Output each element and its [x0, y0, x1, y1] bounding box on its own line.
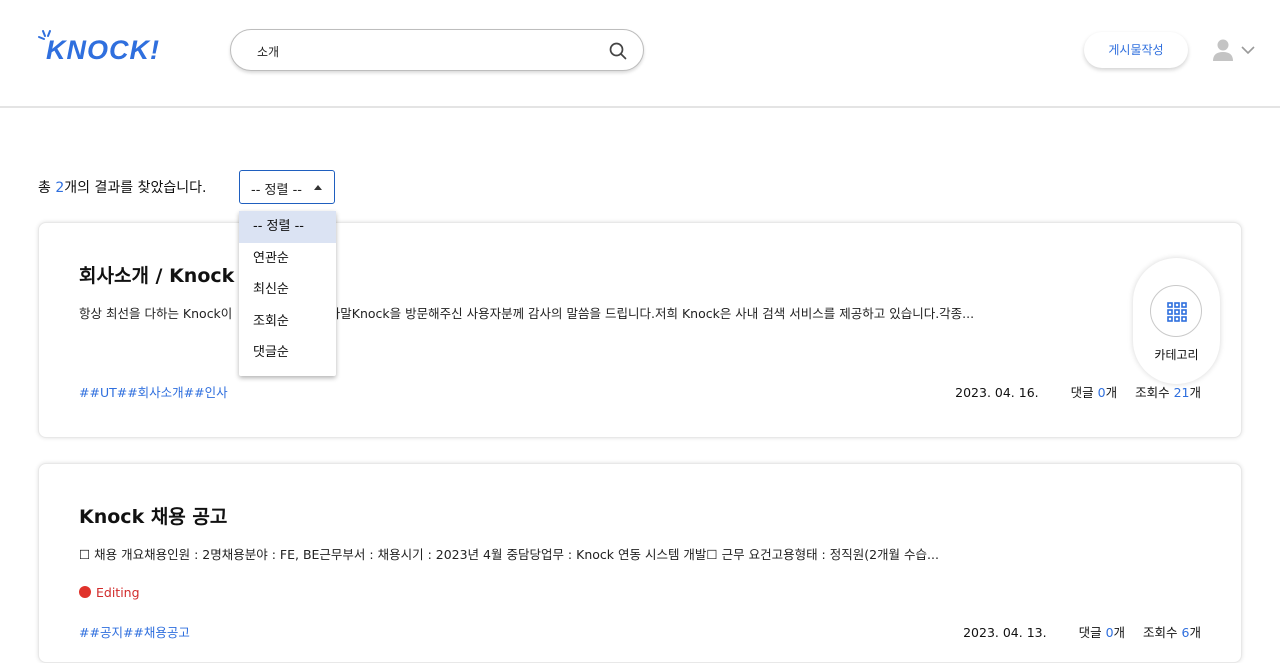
category-button[interactable]: 카테고리	[1133, 258, 1220, 384]
result-summary: 총 2개의 결과를 찾았습니다.	[38, 177, 206, 197]
search-icon[interactable]	[609, 42, 627, 60]
comments-label: 댓글	[1070, 385, 1094, 400]
sort-select[interactable]: -- 정렬 --	[239, 170, 335, 204]
knock-logo[interactable]: KNOCK!	[36, 30, 166, 70]
result-prefix: 총	[38, 180, 56, 196]
post-meta: 2023. 04. 13. 댓글 0개 조회수 6개	[963, 622, 1201, 641]
search-input[interactable]	[255, 40, 599, 62]
comments-unit: 개	[1113, 625, 1126, 640]
sort-option[interactable]: 조회순	[239, 306, 336, 338]
user-avatar-icon	[1213, 39, 1255, 61]
comments-count: 0	[1105, 625, 1114, 640]
status-dot-icon	[79, 586, 91, 598]
comments-count: 0	[1097, 385, 1106, 400]
post-excerpt: ☐ 채용 개요채용인원 : 2명채용분야 : FE, BE근무부서 : 채용시기…	[79, 547, 939, 562]
post-title[interactable]: 회사소개 / Knock	[79, 261, 234, 288]
comments-label: 댓글	[1078, 625, 1102, 640]
result-suffix: 개의 결과를 찾았습니다.	[64, 180, 207, 196]
category-label: 카테고리	[1154, 348, 1199, 362]
logo-text: KNOCK!	[46, 35, 160, 65]
sort-option[interactable]: -- 정렬 --	[239, 211, 336, 243]
views-unit: 개	[1189, 625, 1201, 640]
sort-option[interactable]: 댓글순	[239, 337, 336, 369]
status-badge: Editing	[79, 585, 140, 600]
post-excerpt-start: 항상 최선을 다하는 Knock이	[79, 306, 233, 321]
grid-icon	[1167, 302, 1187, 322]
views-unit: 개	[1189, 385, 1201, 400]
post-card[interactable]: 회사소개 / Knock 항상 최선을 다하는 Knock이 .직원 인사말Kno…	[38, 222, 1242, 438]
search-box	[230, 29, 644, 71]
views-label: 조회수	[1135, 385, 1170, 400]
sort-selected-value: -- 정렬 --	[251, 183, 302, 198]
result-count: 2	[55, 180, 65, 196]
post-tags[interactable]: ##UT##회사소개##인사	[79, 382, 228, 401]
top-header: KNOCK! 게시물작성	[0, 0, 1280, 108]
chevron-down-icon	[1241, 46, 1255, 55]
comments-unit: 개	[1105, 385, 1118, 400]
post-title[interactable]: Knock 채용 공고	[79, 502, 227, 529]
sort-option[interactable]: 연관순	[239, 243, 336, 275]
category-icon-circle	[1150, 285, 1202, 337]
post-date: 2023. 04. 13.	[963, 625, 1047, 640]
post-card[interactable]: Knock 채용 공고 ☐ 채용 개요채용인원 : 2명채용분야 : FE, B…	[38, 463, 1242, 663]
sort-dropdown: -- 정렬 -- 연관순 최신순 조회순 댓글순	[239, 211, 336, 376]
post-tags[interactable]: ##공지##채용공고	[79, 622, 190, 641]
user-menu[interactable]	[1212, 39, 1260, 63]
write-post-button[interactable]: 게시물작성	[1084, 32, 1188, 68]
sort-option[interactable]: 최신순	[239, 274, 336, 306]
post-excerpt: 항상 최선을 다하는 Knock이 .직원 인사말Knock을 방문해주신 사용자…	[79, 303, 974, 322]
post-meta: 2023. 04. 16. 댓글 0개 조회수 21개	[955, 382, 1201, 401]
post-excerpt-end: .직원 인사말Knock을 방문해주신 사용자분께 감사의 말씀을 드립니다.저…	[286, 306, 975, 321]
caret-up-icon	[314, 185, 322, 190]
status-text: Editing	[96, 585, 140, 600]
views-label: 조회수	[1143, 625, 1178, 640]
views-count: 21	[1173, 385, 1190, 400]
post-date: 2023. 04. 16.	[955, 385, 1039, 400]
